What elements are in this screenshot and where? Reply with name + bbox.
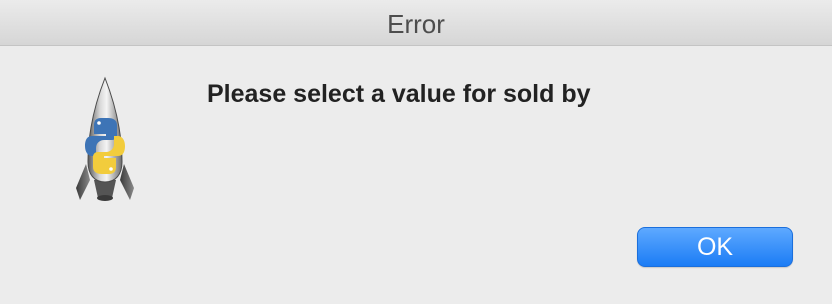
python-launcher-rocket-icon: [72, 76, 138, 206]
window-title: Error: [387, 9, 445, 39]
ok-button[interactable]: OK: [637, 227, 793, 267]
error-dialog: Error Please select a value for sold by …: [0, 0, 832, 304]
title-bar[interactable]: Error: [0, 0, 832, 46]
error-message: Please select a value for sold by: [207, 80, 591, 108]
